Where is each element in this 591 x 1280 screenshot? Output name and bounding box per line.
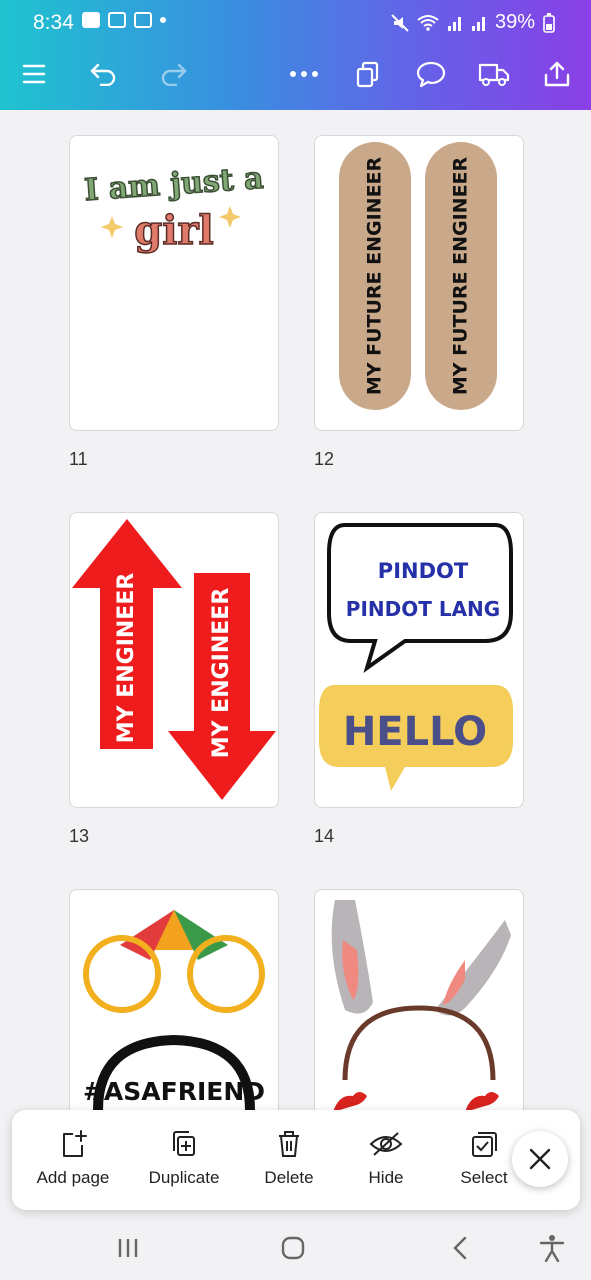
page-12-artwork: MY FUTURE ENGINEER MY FUTURE ENGINEER — [339, 142, 497, 410]
sparkle-icon — [101, 216, 123, 238]
menu-icon — [22, 64, 46, 84]
delete-button[interactable]: Delete — [234, 1126, 344, 1188]
page-grid: I am just a girl 11 MY FUTURE ENGINEER M… — [0, 110, 591, 1280]
undo-button[interactable] — [84, 54, 124, 94]
comment-icon — [416, 61, 446, 88]
page-13-artwork: MY ENGINEER MY ENGINEER — [72, 519, 276, 800]
close-icon — [529, 1148, 551, 1170]
hide-button[interactable]: Hide — [331, 1126, 441, 1188]
more-notifications-icon — [160, 17, 166, 23]
page-14-text-3: HELLO — [343, 709, 487, 755]
redo-button[interactable] — [153, 54, 193, 94]
page-15-text: #ASAFRIEND — [83, 1077, 265, 1106]
select-icon — [472, 1132, 497, 1157]
back-icon — [453, 1236, 467, 1260]
status-notification-icons — [82, 12, 166, 28]
menu-button[interactable] — [14, 54, 54, 94]
add-page-button[interactable]: Add page — [18, 1126, 128, 1188]
eye-off-icon — [369, 1132, 403, 1156]
sparkle-icon — [219, 206, 241, 228]
status-bar: 8:34 39% — [0, 0, 591, 46]
page-number-14: 14 — [314, 826, 335, 846]
accessibility-button[interactable] — [532, 1228, 572, 1268]
page-14-text-2: PINDOT LANG — [346, 597, 500, 621]
delete-label: Delete — [264, 1168, 314, 1187]
status-right: 39% — [391, 11, 555, 34]
pages-button[interactable] — [348, 54, 388, 94]
share-button[interactable] — [537, 54, 577, 94]
trash-icon — [279, 1131, 299, 1157]
page-11-text-top: I am just a — [83, 161, 264, 208]
page-13-text-right: MY ENGINEER — [209, 588, 234, 759]
share-icon — [544, 61, 570, 87]
duplicate-icon — [173, 1131, 195, 1156]
status-time: 8:34 — [33, 11, 74, 34]
home-icon — [281, 1236, 305, 1260]
page-11-artwork: I am just a girl — [82, 160, 265, 255]
more-button[interactable] — [284, 54, 324, 94]
close-button[interactable] — [512, 1131, 568, 1187]
page-thumbnail-13[interactable]: MY ENGINEER MY ENGINEER — [69, 512, 279, 808]
signal-icon — [447, 16, 461, 31]
undo-icon — [90, 63, 116, 86]
recent-apps-button[interactable] — [108, 1228, 148, 1268]
duplicate-label: Duplicate — [148, 1168, 220, 1187]
page-number-12: 12 — [314, 449, 335, 469]
page-thumbnail-12[interactable]: MY FUTURE ENGINEER MY FUTURE ENGINEER — [314, 135, 524, 431]
youtube-icon — [82, 12, 100, 28]
page-thumbnail-11[interactable]: I am just a girl — [69, 135, 279, 431]
system-navigation-bar — [0, 1220, 591, 1280]
page-number-11: 11 — [69, 449, 88, 469]
comment-button[interactable] — [411, 54, 451, 94]
wifi-icon — [417, 14, 439, 31]
battery-icon — [543, 12, 555, 33]
page-action-bar: Add page Duplicate Delete Hide Select — [12, 1110, 580, 1210]
hide-label: Hide — [368, 1168, 404, 1187]
page-12-text-left: MY FUTURE ENGINEER — [364, 156, 386, 395]
signal-icon-2 — [471, 16, 485, 31]
page-14-artwork: PINDOT PINDOT LANG HELLO — [319, 523, 513, 791]
copy-icon — [356, 61, 379, 88]
duplicate-button[interactable]: Duplicate — [129, 1126, 239, 1188]
gallery-icon — [108, 12, 126, 28]
glasses-left-lens — [83, 935, 161, 1013]
glasses-right-lens — [187, 935, 265, 1013]
back-button[interactable] — [440, 1228, 480, 1268]
redo-icon — [161, 63, 187, 86]
page-14-text-1: PINDOT — [378, 559, 469, 583]
editor-toolbar — [0, 48, 591, 104]
mute-icon — [391, 13, 409, 32]
game-icon — [134, 12, 152, 28]
accessibility-icon — [539, 1235, 565, 1262]
home-button[interactable] — [273, 1228, 313, 1268]
headband — [342, 1005, 496, 1081]
recent-apps-icon — [118, 1239, 138, 1257]
page-12-text-right: MY FUTURE ENGINEER — [450, 156, 472, 395]
add-page-label: Add page — [36, 1168, 110, 1187]
add-page-icon — [63, 1130, 87, 1157]
page-thumbnail-14[interactable]: PINDOT PINDOT LANG HELLO — [314, 512, 524, 808]
page-number-13: 13 — [69, 826, 90, 846]
delivery-button[interactable] — [474, 54, 514, 94]
more-icon — [290, 71, 318, 77]
page-13-text-left: MY ENGINEER — [114, 573, 139, 744]
top-app-bar: 8:34 39% — [0, 0, 591, 110]
delivery-icon — [478, 63, 510, 86]
page-11-text-bottom: girl — [134, 207, 213, 254]
battery-level: 39% — [494, 11, 535, 33]
